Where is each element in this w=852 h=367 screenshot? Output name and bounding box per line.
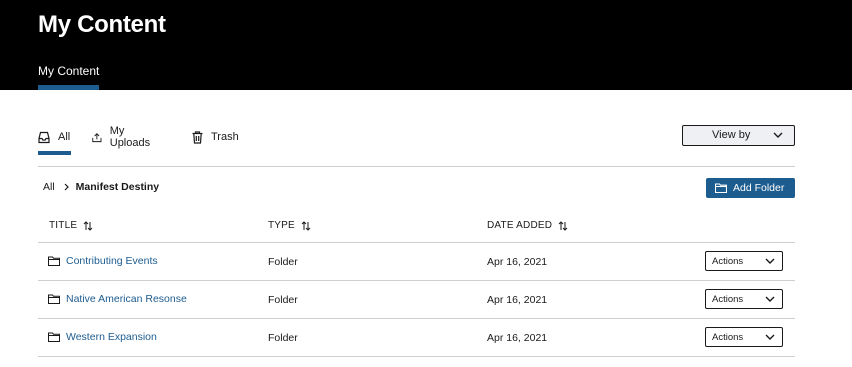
row-date-added: Apr 16, 2021 <box>487 332 548 344</box>
column-header-date-added[interactable]: DATE ADDED <box>487 220 568 231</box>
row-type: Folder <box>268 332 298 344</box>
chevron-down-icon <box>765 334 775 340</box>
view-by-label: View by <box>712 129 751 141</box>
row-date-added: Apr 16, 2021 <box>487 256 548 268</box>
filter-tab-trash-label: Trash <box>211 131 239 143</box>
filter-tab-all-label: All <box>58 131 71 143</box>
inbox-icon <box>38 131 50 143</box>
filter-tab-my-uploads-label: My Uploads <box>109 125 151 149</box>
trash-icon <box>192 130 203 144</box>
column-header-title[interactable]: TITLE <box>49 220 93 231</box>
folder-link-native-american-resonse[interactable]: Native American Resonse <box>48 293 187 305</box>
filter-tab-active-indicator <box>38 151 71 155</box>
active-tab-indicator <box>38 85 99 90</box>
breadcrumb: All Manifest Destiny <box>43 181 159 193</box>
chevron-down-icon <box>765 258 775 264</box>
actions-dropdown[interactable]: Actions <box>705 327 783 347</box>
add-folder-label: Add Folder <box>733 182 785 194</box>
view-by-dropdown[interactable]: View by <box>682 125 795 146</box>
filter-tab-trash[interactable]: Trash <box>192 126 239 148</box>
column-date-label: DATE ADDED <box>487 220 553 231</box>
sort-icon <box>558 220 568 231</box>
filter-tab-my-uploads[interactable]: My Uploads <box>92 125 153 149</box>
column-header-type[interactable]: TYPE <box>268 220 311 231</box>
sort-icon <box>301 220 311 231</box>
table-row: Native American Resonse Folder Apr 16, 2… <box>38 280 795 318</box>
section-divider <box>38 166 795 167</box>
upload-icon <box>92 132 102 142</box>
app-header: My Content My Content <box>0 0 852 90</box>
column-type-label: TYPE <box>268 220 295 231</box>
folder-icon <box>48 256 60 266</box>
actions-label: Actions <box>712 332 744 343</box>
chevron-right-icon <box>64 183 69 191</box>
folder-link-contributing-events[interactable]: Contributing Events <box>48 255 158 267</box>
actions-label: Actions <box>712 294 744 305</box>
actions-label: Actions <box>712 256 744 267</box>
folder-link-western-expansion[interactable]: Western Expansion <box>48 331 157 343</box>
breadcrumb-root-link[interactable]: All <box>43 181 55 193</box>
row-title: Contributing Events <box>66 255 158 267</box>
folder-icon <box>48 294 60 304</box>
row-title: Western Expansion <box>66 331 157 343</box>
breadcrumb-current: Manifest Destiny <box>75 181 160 193</box>
row-type: Folder <box>268 256 298 268</box>
row-divider <box>38 356 795 357</box>
page-title: My Content <box>38 11 166 38</box>
row-title: Native American Resonse <box>66 293 187 305</box>
add-folder-button[interactable]: Add Folder <box>706 178 795 198</box>
actions-dropdown[interactable]: Actions <box>705 251 783 271</box>
row-date-added: Apr 16, 2021 <box>487 294 548 306</box>
actions-dropdown[interactable]: Actions <box>705 289 783 309</box>
table-row: Contributing Events Folder Apr 16, 2021 … <box>38 242 795 280</box>
tab-my-content[interactable]: My Content <box>38 64 99 78</box>
filter-tab-all[interactable]: All <box>38 126 70 148</box>
folder-icon <box>715 183 727 193</box>
chevron-down-icon <box>773 132 783 138</box>
table-row: Western Expansion Folder Apr 16, 2021 Ac… <box>38 318 795 356</box>
row-type: Folder <box>268 294 298 306</box>
sort-icon <box>83 220 93 231</box>
folder-icon <box>48 332 60 342</box>
chevron-down-icon <box>765 296 775 302</box>
column-title-label: TITLE <box>49 220 78 231</box>
